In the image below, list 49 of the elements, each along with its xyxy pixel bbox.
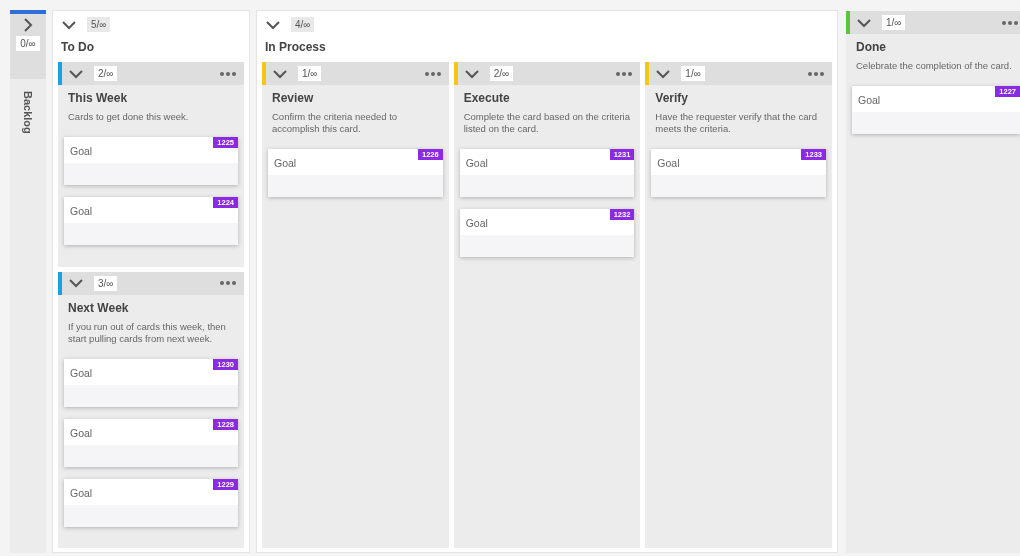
more-icon[interactable] bbox=[1002, 20, 1018, 25]
lane-title: This Week bbox=[67, 90, 129, 107]
card-count: 2/∞ bbox=[94, 66, 118, 81]
chevron-icon[interactable] bbox=[856, 17, 872, 28]
chevron-icon[interactable] bbox=[68, 278, 84, 288]
card-title: Goal bbox=[70, 205, 93, 217]
card-count: 4/∞ bbox=[291, 17, 315, 32]
lane-description: Celebrate the completion of the card. bbox=[855, 59, 1013, 73]
more-icon[interactable] bbox=[220, 71, 236, 76]
lane-title: Execute bbox=[462, 90, 511, 107]
card-title: Goal bbox=[858, 94, 881, 106]
card-count: 1/∞ bbox=[681, 66, 705, 81]
more-icon[interactable] bbox=[220, 281, 236, 285]
card-title: Goal bbox=[70, 426, 93, 439]
chevron-icon[interactable] bbox=[655, 68, 672, 79]
more-icon[interactable] bbox=[424, 71, 441, 76]
group-title: In Process bbox=[264, 39, 327, 56]
chevron-icon[interactable] bbox=[23, 17, 33, 33]
card-title: Goal bbox=[657, 157, 680, 169]
card-title: Goal bbox=[70, 366, 93, 379]
card-count: 0/∞ bbox=[16, 36, 40, 51]
column-title: Backlog bbox=[22, 91, 34, 134]
lane-description: Cards to get done this week. bbox=[67, 110, 190, 124]
lane-title: Verify bbox=[654, 90, 690, 107]
lane-description: Confirm the criteria needed to accomplish this card. bbox=[271, 110, 399, 136]
chevron-icon[interactable] bbox=[68, 68, 84, 79]
more-icon[interactable] bbox=[616, 71, 633, 76]
lane-description: Have the requester verify that the card meets the criteria. bbox=[654, 110, 818, 136]
card-count: 1/∞ bbox=[298, 66, 322, 81]
card-count: 1/∞ bbox=[882, 15, 906, 30]
chevron-icon[interactable] bbox=[272, 68, 288, 79]
lane-title: Review bbox=[271, 90, 315, 107]
card-title: Goal bbox=[70, 486, 93, 499]
chevron-icon[interactable] bbox=[265, 19, 281, 30]
card-title: Goal bbox=[70, 145, 93, 157]
lane-title: Done bbox=[855, 39, 887, 56]
card-title: Goal bbox=[274, 157, 297, 169]
card-count: 2/∞ bbox=[489, 66, 514, 81]
card-title: Goal bbox=[465, 157, 488, 169]
card-count: 5/∞ bbox=[87, 17, 111, 32]
card-title: Goal bbox=[465, 217, 488, 229]
lane-title: Next Week bbox=[67, 299, 130, 317]
card-count: 3/∞ bbox=[94, 275, 118, 291]
more-icon[interactable] bbox=[808, 71, 824, 76]
group-title: To Do bbox=[60, 39, 96, 56]
lane-description: Complete the card based on the criteria listed on the card. bbox=[462, 110, 631, 136]
chevron-icon[interactable] bbox=[463, 68, 480, 79]
lane-description: If you run out of cards this week, then start pulling cards from next week. bbox=[67, 319, 227, 346]
chevron-icon[interactable] bbox=[61, 19, 77, 30]
